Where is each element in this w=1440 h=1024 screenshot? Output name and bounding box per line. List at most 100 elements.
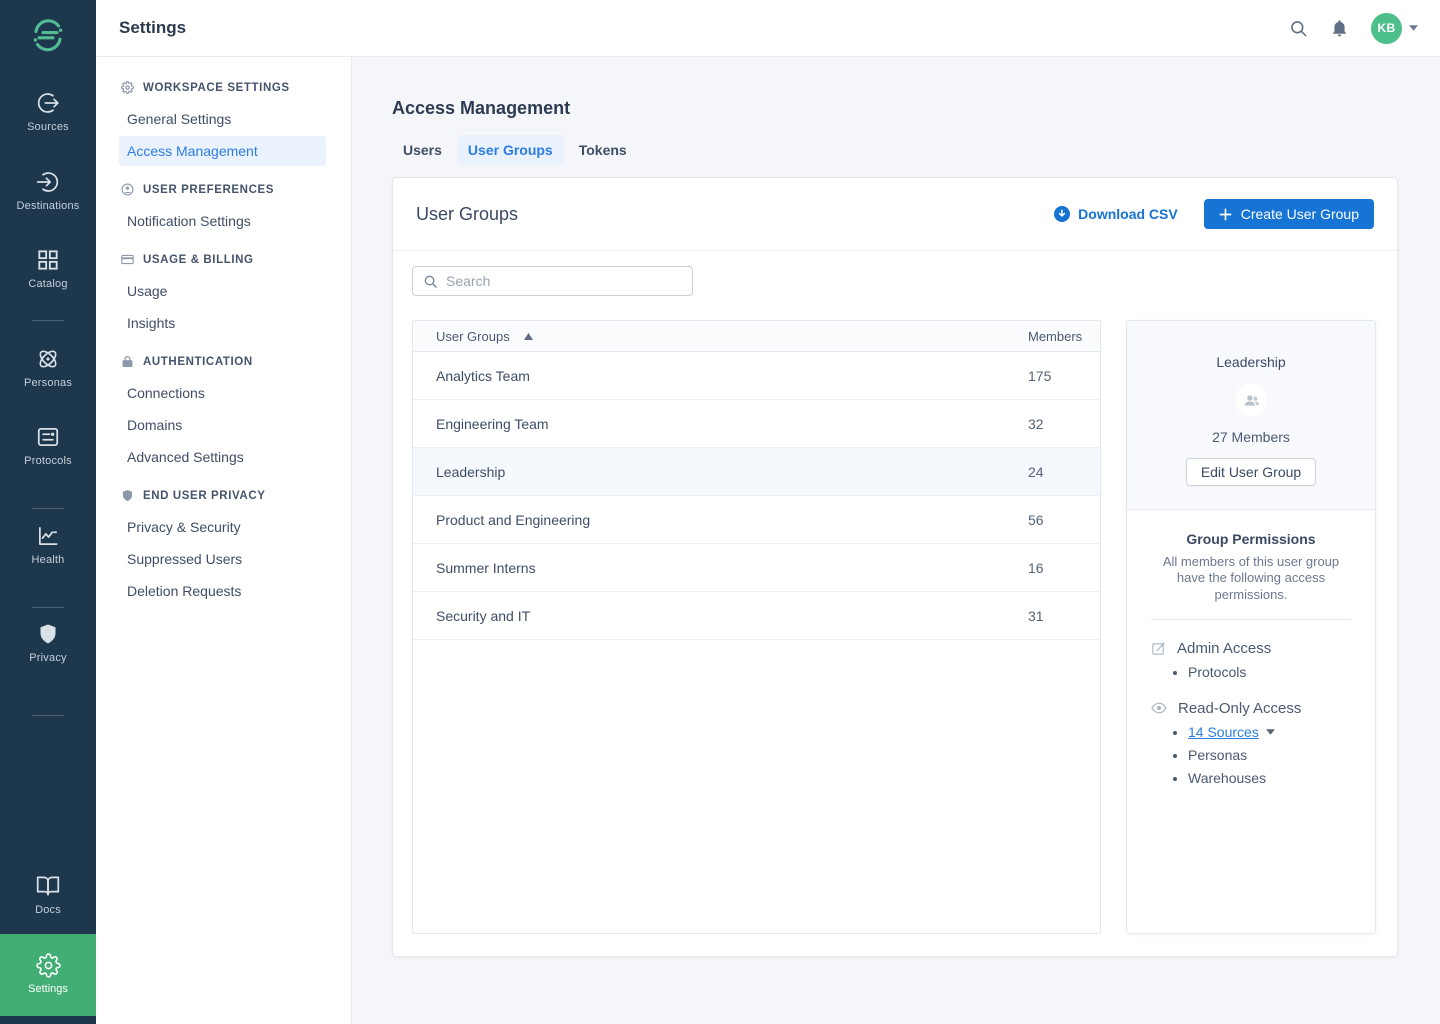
sidebar-item-catalog[interactable]: Catalog [0,247,96,290]
permissions-title: Group Permissions [1151,531,1351,547]
top-header: Settings KB [96,0,1440,57]
group-name-cell: Analytics Team [413,368,1028,384]
tab-user-groups[interactable]: User Groups [457,135,564,165]
chevron-down-icon[interactable] [1266,729,1275,735]
group-name: Leadership [1147,354,1355,370]
nav-item-general-settings[interactable]: General Settings [96,104,351,134]
nav-item-advanced-settings[interactable]: Advanced Settings [96,442,351,472]
nav-section-header: USER PREFERENCES [96,182,351,197]
tab-users[interactable]: Users [392,135,453,165]
search-icon [423,274,438,289]
table-row-selected[interactable]: Leadership 24 [413,448,1100,496]
settings-gear-icon [0,953,96,978]
gear-icon [121,81,134,94]
read-only-access-header: Read-Only Access [1151,700,1351,717]
sidebar-label: Settings [0,983,96,995]
access-management-title: Access Management [392,98,1398,119]
group-name-cell: Engineering Team [413,416,1028,432]
search-box [412,266,693,296]
members-count-cell: 16 [1028,560,1100,576]
sidebar-divider [32,320,64,321]
panel-actions: Download CSV Create User Group [1054,199,1374,229]
nav-item-access-management[interactable]: Access Management [119,136,326,166]
sidebar-label: Privacy [0,652,96,664]
tab-tokens[interactable]: Tokens [568,135,638,165]
sidebar-item-health[interactable]: Health [0,523,96,566]
group-name-cell: Summer Interns [413,560,1028,576]
plus-icon [1219,208,1232,221]
nav-item-deletion-requests[interactable]: Deletion Requests [96,576,351,606]
nav-item-insights[interactable]: Insights [96,308,351,338]
personas-icon [0,346,96,372]
content-row: User Groups Members Analytics Team 175 E… [412,320,1378,934]
sidebar-item-docs[interactable]: Docs [0,873,96,916]
user-groups-panel: User Groups Download CSV Create User Gro… [392,177,1398,957]
user-menu[interactable]: KB [1371,13,1418,44]
create-user-group-button[interactable]: Create User Group [1204,199,1374,229]
nav-item-suppressed-users[interactable]: Suppressed Users [96,544,351,574]
read-only-access-list: 14 Sources Personas Warehouses [1151,724,1351,786]
sidebar-label: Health [0,554,96,566]
admin-access-list: Protocols [1151,664,1351,680]
panel-body: User Groups Members Analytics Team 175 E… [393,251,1397,934]
notifications-bell-icon[interactable] [1330,19,1349,38]
sidebar-item-destinations[interactable]: Destinations [0,169,96,212]
members-count-cell: 175 [1028,368,1100,384]
sidebar-item-protocols[interactable]: Protocols [0,424,96,467]
nav-section-title: USAGE & BILLING [143,254,254,266]
read-only-access-group: Read-Only Access 14 Sources [1151,700,1351,786]
nav-section-title: END USER PRIVACY [143,490,266,502]
permission-item: Personas [1188,747,1351,763]
nav-item-privacy-security[interactable]: Privacy & Security [96,512,351,542]
sort-ascending-icon [524,333,533,340]
nav-section-title: WORKSPACE SETTINGS [143,82,290,94]
sidebar-item-personas[interactable]: Personas [0,346,96,389]
table-row[interactable]: Summer Interns 16 [413,544,1100,592]
members-count-cell: 31 [1028,608,1100,624]
privacy-shield-icon [0,622,96,646]
sidebar-label: Sources [0,121,96,133]
nav-section-header: END USER PRIVACY [96,488,351,503]
chevron-down-icon [1409,25,1418,31]
sidebar-item-settings[interactable]: Settings [0,934,96,1016]
download-csv-label: Download CSV [1078,206,1178,222]
nav-section-title: AUTHENTICATION [143,356,253,368]
column-header-label: User Groups [436,329,510,344]
group-permissions: Group Permissions All members of this us… [1127,510,1375,786]
user-circle-icon [121,183,134,196]
sidebar-item-privacy[interactable]: Privacy [0,622,96,664]
members-count-cell: 32 [1028,416,1100,432]
table-row[interactable]: Product and Engineering 56 [413,496,1100,544]
sidebar-label: Docs [0,904,96,916]
sidebar-item-sources[interactable]: Sources [0,90,96,133]
read-only-access-label: Read-Only Access [1178,700,1301,717]
nav-section-usage-billing: USAGE & BILLING Usage Insights [96,252,351,338]
nav-item-usage[interactable]: Usage [96,276,351,306]
nav-section-header: AUTHENTICATION [96,354,351,369]
group-detail-panel: Leadership 27 Members Edi [1126,320,1376,934]
download-csv-link[interactable]: Download CSV [1054,206,1178,222]
members-count: 27 Members [1147,429,1355,445]
docs-book-icon [0,873,96,899]
table-row[interactable]: Security and IT 31 [413,592,1100,640]
nav-item-connections[interactable]: Connections [96,378,351,408]
table-row[interactable]: Engineering Team 32 [413,400,1100,448]
nav-item-notification-settings[interactable]: Notification Settings [96,206,351,236]
sources-count-link[interactable]: 14 Sources [1188,724,1259,740]
column-header-members: Members [1028,329,1100,344]
segment-logo-icon[interactable] [28,15,68,55]
edit-user-group-button[interactable]: Edit User Group [1186,458,1316,486]
table-row[interactable]: Analytics Team 175 [413,352,1100,400]
column-header-user-groups[interactable]: User Groups [413,329,1028,344]
divider [1151,619,1351,620]
tab-bar: Users User Groups Tokens [392,135,1398,165]
nav-item-domains[interactable]: Domains [96,410,351,440]
search-input[interactable] [446,273,682,289]
nav-section-workspace: WORKSPACE SETTINGS General Settings Acce… [96,80,351,166]
admin-access-label: Admin Access [1177,640,1271,657]
search-icon[interactable] [1289,19,1308,38]
admin-access-group: Admin Access Protocols [1151,640,1351,680]
nav-section-end-user-privacy: END USER PRIVACY Privacy & Security Supp… [96,488,351,606]
members-count-cell: 24 [1028,464,1100,480]
health-icon [0,523,96,549]
